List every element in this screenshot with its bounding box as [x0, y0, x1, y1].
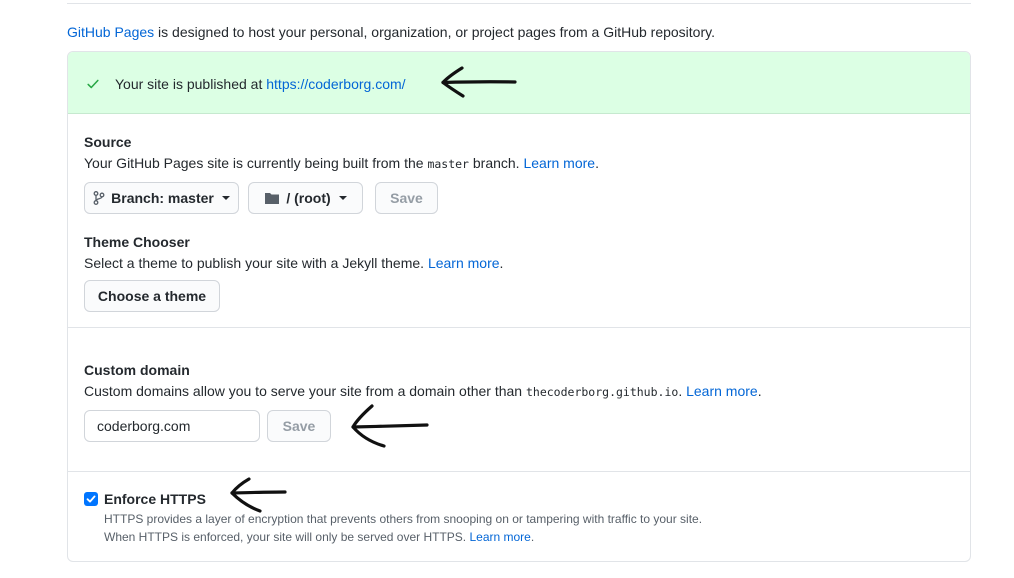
section-divider	[68, 327, 970, 328]
custom-domain-period: .	[757, 383, 762, 399]
published-url-link[interactable]: https://coderborg.com/	[266, 76, 405, 92]
domain-code: thecoderborg.github.io	[525, 385, 679, 399]
folder-icon	[265, 193, 280, 204]
theme-period: .	[499, 255, 504, 271]
annotation-arrow-icon	[441, 66, 517, 98]
git-branch-icon	[93, 191, 105, 205]
intro-text: GitHub Pages is designed to host your pe…	[67, 23, 715, 41]
custom-domain-desc-after: .	[678, 383, 687, 399]
theme-learn-more-link[interactable]: Learn more	[428, 255, 500, 271]
folder-select-label: / (root)	[286, 190, 331, 206]
source-learn-more-link[interactable]: Learn more	[523, 155, 595, 171]
custom-domain-title: Custom domain	[84, 362, 190, 378]
https-description-line2: When HTTPS is enforced, your site will o…	[104, 528, 534, 546]
source-save-button[interactable]: Save	[375, 182, 438, 214]
checkmark-icon	[86, 495, 96, 503]
enforce-https-checkbox[interactable]	[84, 492, 98, 506]
https-description-line1: HTTPS provides a layer of encryption tha…	[104, 512, 703, 526]
branch-select-button[interactable]: Branch: master	[84, 182, 239, 214]
source-title: Source	[84, 134, 132, 150]
custom-domain-description: Custom domains allow you to serve your s…	[84, 382, 762, 401]
github-pages-link[interactable]: GitHub Pages	[67, 24, 154, 40]
intro-description: is designed to host your personal, organ…	[154, 24, 715, 40]
annotation-arrow-icon	[351, 404, 429, 448]
theme-title: Theme Chooser	[84, 234, 190, 250]
section-divider	[68, 471, 970, 472]
https-period: .	[530, 530, 535, 544]
branch-code: master	[427, 157, 469, 171]
source-description: Your GitHub Pages site is currently bein…	[84, 154, 599, 173]
chevron-down-icon	[221, 196, 230, 200]
https-learn-more-link[interactable]: Learn more	[469, 530, 530, 544]
top-divider	[67, 3, 971, 4]
chevron-down-icon	[338, 196, 347, 200]
source-desc-text: Your GitHub Pages site is currently bein…	[84, 155, 428, 171]
custom-domain-desc-text: Custom domains allow you to serve your s…	[84, 383, 526, 399]
source-period: .	[595, 155, 599, 171]
pages-settings-panel: Your site is published at https://coderb…	[67, 51, 971, 562]
enforce-https-label[interactable]: Enforce HTTPS	[104, 490, 206, 508]
annotation-arrow-icon	[230, 477, 287, 513]
source-desc-text-after: branch.	[468, 155, 524, 171]
check-icon	[87, 79, 99, 89]
published-label: Your site is published at	[115, 76, 267, 92]
custom-domain-input[interactable]	[84, 410, 260, 442]
theme-desc-text: Select a theme to publish your site with…	[84, 255, 428, 271]
folder-select-button[interactable]: / (root)	[248, 182, 363, 214]
https-desc-text: When HTTPS is enforced, your site will o…	[104, 530, 470, 544]
choose-theme-button[interactable]: Choose a theme	[84, 280, 220, 312]
custom-domain-save-button[interactable]: Save	[267, 410, 331, 442]
custom-domain-learn-more-link[interactable]: Learn more	[686, 383, 758, 399]
theme-description: Select a theme to publish your site with…	[84, 254, 503, 272]
branch-select-label: Branch: master	[111, 190, 214, 206]
published-message: Your site is published at https://coderb…	[115, 75, 406, 93]
